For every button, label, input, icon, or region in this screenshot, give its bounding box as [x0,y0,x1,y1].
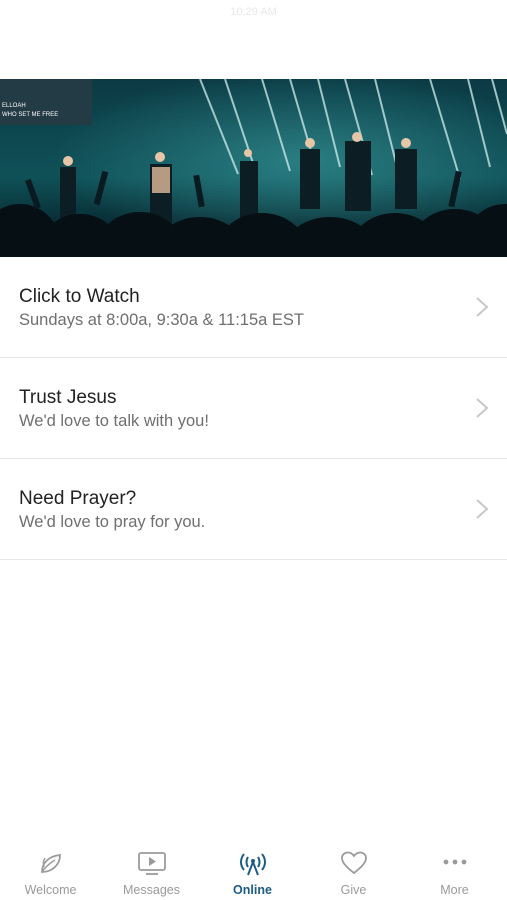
status-bar: 10:29 AM [0,0,507,26]
list-item-title: Need Prayer? [19,488,137,509]
hero-banner-image: ELLOAH WHO SET ME FREE [0,79,507,257]
list-item-subtitle: We'd love to pray for you. [19,513,206,531]
list-item-title: Trust Jesus [19,387,117,408]
list-item-subtitle: Sundays at 8:00a, 9:30a & 11:15a EST [19,311,304,329]
tab-online[interactable]: Online [202,840,303,900]
tab-label: Online [233,883,272,897]
tab-label: Give [340,883,367,897]
tab-messages[interactable]: Messages [101,840,202,900]
ellipsis-icon [443,859,467,865]
chevron-right-icon [476,398,489,418]
list-item-subtitle: We'd love to talk with you! [19,412,209,430]
stage-screen-text-1: ELLOAH [2,103,26,109]
tab-label: Messages [123,883,180,897]
list-item-title: Click to Watch [19,286,140,307]
leaf-icon [41,854,61,873]
status-time: 10:29 AM [230,6,277,18]
chevron-right-icon [476,297,489,317]
tab-more[interactable]: More [404,840,505,900]
tab-welcome[interactable]: Welcome [0,840,101,900]
video-play-icon [138,852,166,875]
chevron-right-icon [476,499,489,519]
stage-screen-text-2: WHO SET ME FREE [2,112,58,118]
list-item-click-to-watch[interactable]: Click to Watch Sundays at 8:00a, 9:30a &… [0,257,507,358]
concert-stage-illustration: ELLOAH WHO SET ME FREE [0,79,507,257]
heart-icon [341,851,367,875]
tab-give[interactable]: Give [303,840,404,900]
list-item-need-prayer[interactable]: Need Prayer? We'd love to pray for you. [0,459,507,560]
content-list: Click to Watch Sundays at 8:00a, 9:30a &… [0,257,507,560]
broadcast-icon [240,853,266,876]
tab-label: More [440,883,469,897]
list-item-trust-jesus[interactable]: Trust Jesus We'd love to talk with you! [0,358,507,459]
tab-label: Welcome [24,883,77,897]
bottom-tab-bar: Welcome Messages Online Give More [0,840,507,900]
